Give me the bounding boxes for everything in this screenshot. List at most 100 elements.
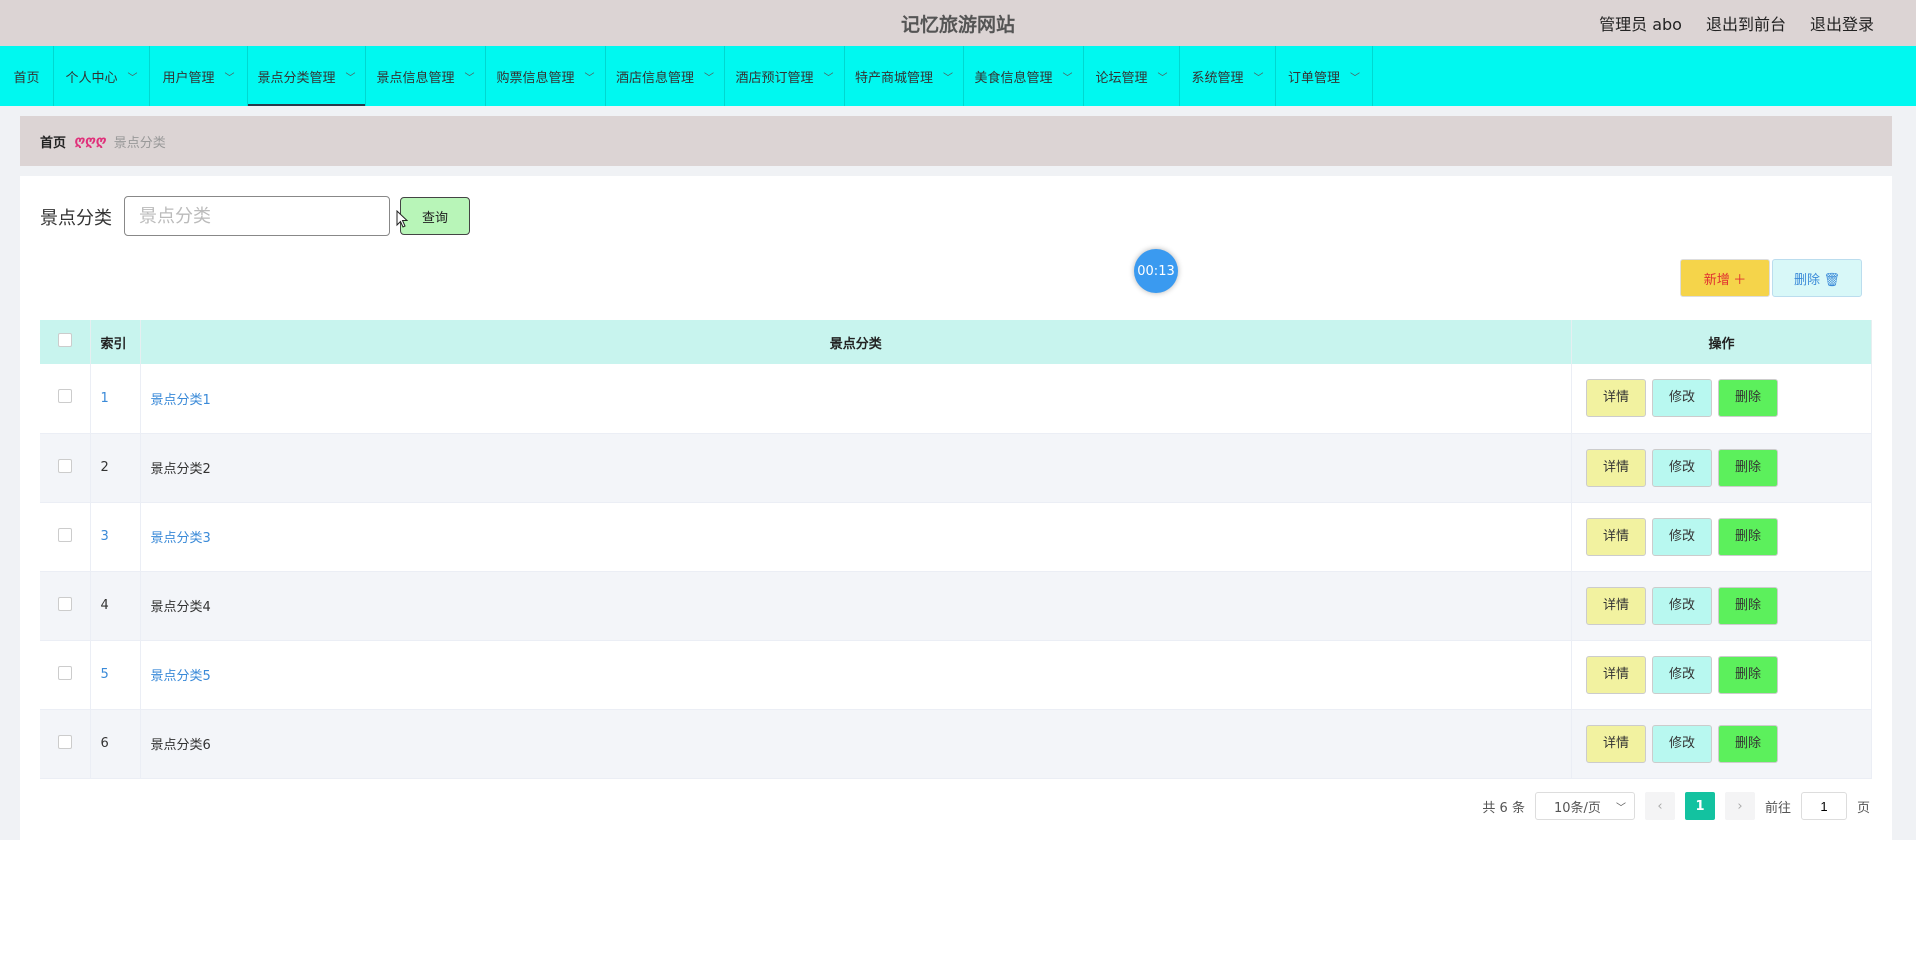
detail-button[interactable]: 详情 (1586, 379, 1646, 418)
edit-button[interactable]: 修改 (1652, 655, 1712, 694)
edit-button[interactable]: 修改 (1652, 724, 1712, 763)
select-all-header (40, 320, 91, 364)
detail-button[interactable]: 详情 (1586, 586, 1646, 625)
row-checkbox[interactable] (57, 389, 72, 404)
row-select-cell (40, 433, 91, 502)
nav-item-specialty-mall[interactable]: 特产商城管理 ﹀ (845, 46, 964, 106)
table-row: 5 景点分类5 详情 修改 删除 (40, 640, 1872, 709)
ops-header: 操作 (1571, 320, 1872, 364)
delete-button[interactable]: 删除 (1718, 655, 1778, 694)
nav-item-personal-center[interactable]: 个人中心 ﹀ (54, 46, 150, 106)
table-row: 1 景点分类1 详情 修改 删除 (40, 364, 1872, 433)
delete-button[interactable]: 删除 (1718, 586, 1778, 625)
row-select-cell (40, 640, 91, 709)
index-header: 索引 (90, 320, 141, 364)
total-count: 共 6 条 (1482, 800, 1525, 816)
nav-label: 酒店信息管理 (615, 70, 694, 86)
prev-page-button[interactable]: ‹ (1644, 792, 1675, 820)
nav-label: 订单管理 (1287, 70, 1340, 86)
goto-prefix: 前往 (1764, 800, 1791, 816)
search-label: 景点分类 (40, 208, 112, 229)
row-checkbox[interactable] (57, 734, 72, 749)
nav-item-food-info[interactable]: 美食信息管理 ﹀ (964, 46, 1084, 106)
breadcrumb-home[interactable]: 首页 (40, 132, 66, 151)
row-index: 2 (90, 433, 141, 502)
page-size-select[interactable]: 10条/页 ﹀ (1534, 792, 1635, 820)
row-category: 景点分类6 (140, 709, 1572, 778)
edit-button[interactable]: 修改 (1652, 448, 1712, 487)
detail-button[interactable]: 详情 (1586, 517, 1646, 556)
row-category: 景点分类5 (140, 640, 1572, 709)
edit-button[interactable]: 修改 (1652, 379, 1712, 418)
nav-item-system[interactable]: 系统管理 ﹀ (1180, 46, 1276, 106)
row-ops: 详情 修改 删除 (1571, 433, 1872, 502)
goto-page-input[interactable] (1800, 792, 1847, 820)
delete-button[interactable]: 删除 (1718, 517, 1778, 556)
nav-label: 首页 (13, 70, 40, 86)
nav-item-forum[interactable]: 论坛管理 ﹀ (1084, 46, 1180, 106)
delete-button[interactable]: 删除 (1718, 379, 1778, 418)
nav-item-hotel-booking[interactable]: 酒店预订管理 ﹀ (725, 46, 845, 106)
row-select-cell (40, 364, 91, 433)
row-category: 景点分类3 (140, 502, 1572, 571)
select-all-checkbox[interactable] (57, 333, 72, 347)
back-to-front-link[interactable]: 退出到前台 (1706, 11, 1786, 35)
nav-label: 系统管理 (1191, 70, 1244, 86)
nav-item-attraction-info[interactable]: 景点信息管理 ﹀ (366, 46, 486, 106)
timer-badge: 00:13 (1134, 249, 1178, 293)
row-checkbox[interactable] (57, 665, 72, 680)
category-table: 索引 景点分类 操作 1 景点分类1 详情 修改 删除 2 景点分类2 详情 修改 删除… (40, 320, 1872, 779)
row-category: 景点分类2 (140, 433, 1572, 502)
nav-item-attraction-category[interactable]: 景点分类管理 ﹀ (248, 46, 366, 106)
row-index: 5 (90, 640, 141, 709)
nav-label: 美食信息管理 (974, 70, 1053, 86)
nav-item-ticket-info[interactable]: 购票信息管理 ﹀ (486, 46, 606, 106)
pagination: 共 6 条 10条/页 ﹀ ‹ 1 › 前往 页 (1482, 792, 1870, 820)
chevron-down-icon: ﹀ (704, 72, 714, 84)
top-right-links: 管理员 abo 退出到前台 退出登录 (1599, 11, 1874, 35)
logout-link[interactable]: 退出登录 (1810, 11, 1874, 35)
admin-user-label: 管理员 abo (1599, 15, 1682, 34)
row-select-cell (40, 709, 91, 778)
nav-label: 购票信息管理 (496, 70, 575, 86)
detail-button[interactable]: 详情 (1586, 448, 1646, 487)
row-checkbox[interactable] (57, 527, 72, 542)
edit-button[interactable]: 修改 (1652, 517, 1712, 556)
category-header: 景点分类 (140, 320, 1572, 364)
delete-button[interactable]: 删除 (1718, 724, 1778, 763)
table-row: 3 景点分类3 详情 修改 删除 (40, 502, 1872, 571)
batch-delete-button[interactable]: 删除 🗑 (1772, 259, 1862, 297)
chevron-down-icon: ﹀ (224, 72, 235, 84)
edit-button[interactable]: 修改 (1652, 586, 1712, 625)
next-page-button[interactable]: › (1724, 792, 1755, 820)
search-input[interactable] (124, 196, 390, 236)
query-button[interactable]: 查询 (400, 197, 470, 235)
nav-label: 论坛管理 (1095, 70, 1148, 86)
row-checkbox[interactable] (57, 458, 72, 473)
chevron-down-icon: ﹀ (1157, 72, 1168, 84)
row-ops: 详情 修改 删除 (1571, 571, 1872, 640)
delete-button[interactable]: 删除 (1718, 448, 1778, 487)
nav-item-user-management[interactable]: 用户管理 ﹀ (150, 46, 248, 106)
nav-label: 特产商城管理 (854, 70, 933, 86)
nav-label: 景点信息管理 (376, 70, 455, 86)
chevron-down-icon: ﹀ (127, 72, 138, 84)
nav-label: 用户管理 (162, 70, 215, 86)
table-header-row: 索引 景点分类 操作 (40, 320, 1872, 364)
add-button[interactable]: 新增 ＋ (1680, 259, 1770, 297)
current-page[interactable]: 1 (1684, 792, 1715, 820)
row-ops: 详情 修改 删除 (1571, 640, 1872, 709)
nav-item-hotel-info[interactable]: 酒店信息管理 ﹀ (606, 46, 725, 106)
row-checkbox[interactable] (57, 596, 72, 611)
nav-item-home[interactable]: 首页 (0, 46, 54, 106)
nav-item-orders[interactable]: 订单管理 ﹀ (1276, 46, 1373, 106)
chevron-down-icon: ﹀ (584, 72, 595, 84)
row-category: 景点分类1 (140, 364, 1572, 433)
row-select-cell (40, 571, 91, 640)
detail-button[interactable]: 详情 (1586, 724, 1646, 763)
breadcrumb-current: 景点分类 (113, 135, 166, 151)
detail-button[interactable]: 详情 (1586, 655, 1646, 694)
row-index: 6 (90, 709, 141, 778)
nav-label: 个人中心 (65, 70, 118, 86)
row-category: 景点分类4 (140, 571, 1572, 640)
